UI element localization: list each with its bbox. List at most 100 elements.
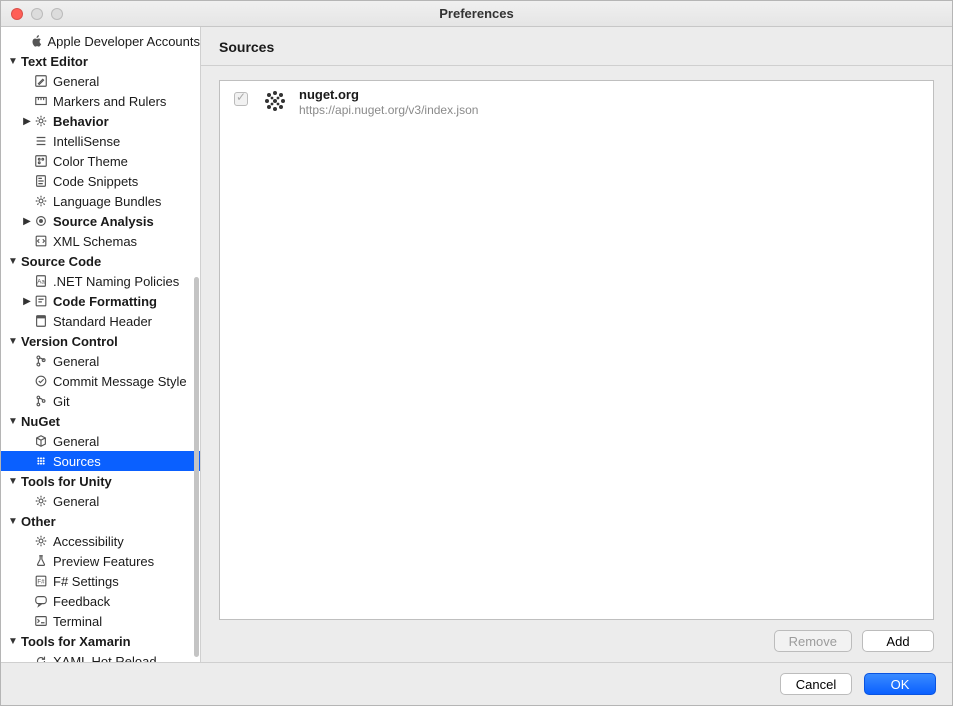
pencil-icon [33, 73, 49, 89]
sidebar-item[interactable]: Standard Header [1, 311, 200, 331]
sidebar-item[interactable]: XAML Hot Reload [1, 651, 200, 662]
disclosure-down-icon[interactable]: ▼ [7, 56, 19, 67]
target-icon [33, 213, 49, 229]
ruler-icon [33, 93, 49, 109]
source-item[interactable]: nuget.orghttps://api.nuget.org/v3/index.… [220, 81, 933, 123]
disclosure-down-icon[interactable]: ▼ [7, 256, 19, 267]
sidebar-item[interactable]: F#F# Settings [1, 571, 200, 591]
sidebar-item-label: IntelliSense [53, 134, 120, 149]
svg-text:F#: F# [37, 579, 45, 586]
source-name: nuget.org [299, 87, 478, 102]
sidebar-item[interactable]: Terminal [1, 611, 200, 631]
titlebar: Preferences [1, 1, 952, 27]
sidebar-item-label: Language Bundles [53, 194, 161, 209]
sidebar-item[interactable]: General [1, 351, 200, 371]
disclosure-down-icon[interactable]: ▼ [7, 636, 19, 647]
format-icon [33, 293, 49, 309]
sidebar-item[interactable]: Language Bundles [1, 191, 200, 211]
disclosure-right-icon[interactable]: ▶ [21, 116, 33, 127]
sidebar-item-label: Behavior [53, 114, 109, 129]
svg-text:Aa: Aa [37, 279, 45, 286]
sidebar-scroll-thumb[interactable] [194, 277, 199, 657]
sources-icon [33, 453, 49, 469]
disclosure-down-icon[interactable]: ▼ [7, 516, 19, 527]
sidebar-item-label: Text Editor [21, 54, 88, 69]
git-icon [33, 393, 49, 409]
sidebar-item-label: Sources [53, 454, 101, 469]
sidebar-item[interactable]: General [1, 71, 200, 91]
sidebar-item[interactable]: General [1, 491, 200, 511]
sidebar-item[interactable]: Commit Message Style [1, 371, 200, 391]
sources-actions: Remove Add [219, 620, 934, 652]
list-icon [33, 133, 49, 149]
sidebar-item[interactable]: ▼Other [1, 511, 200, 531]
sidebar-item-label: .NET Naming Policies [53, 274, 179, 289]
sidebar-item[interactable]: ▶ Behavior [1, 111, 200, 131]
sidebar-item[interactable]: ▼Version Control [1, 331, 200, 351]
disclosure-right-icon[interactable]: ▶ [21, 216, 33, 227]
sidebar-item[interactable]: ▼Source Code [1, 251, 200, 271]
minimize-icon [31, 8, 43, 20]
sidebar-item[interactable]: ▼Text Editor [1, 51, 200, 71]
sidebar-item-label: Commit Message Style [53, 374, 187, 389]
xml-icon [33, 233, 49, 249]
sidebar-item-label: Markers and Rulers [53, 94, 166, 109]
sidebar-item-label: Version Control [21, 334, 118, 349]
source-url: https://api.nuget.org/v3/index.json [299, 103, 478, 117]
nuget-logo-icon [261, 87, 289, 115]
sidebar-item[interactable]: ▶ Code Formatting [1, 291, 200, 311]
sidebar-item[interactable]: Markers and Rulers [1, 91, 200, 111]
sidebar-item-label: Color Theme [53, 154, 128, 169]
sidebar-item[interactable]: Sources [1, 451, 200, 471]
disclosure-down-icon[interactable]: ▼ [7, 336, 19, 347]
sidebar-item-label: Apple Developer Accounts [48, 34, 200, 49]
sidebar-item[interactable]: ▼Tools for Unity [1, 471, 200, 491]
sidebar-item[interactable]: ▶ Source Analysis [1, 211, 200, 231]
sidebar-item[interactable]: Aa .NET Naming Policies [1, 271, 200, 291]
chat-icon [33, 593, 49, 609]
sidebar-item[interactable]: General [1, 431, 200, 451]
fsharp-icon: F# [33, 573, 49, 589]
disclosure-right-icon[interactable]: ▶ [21, 296, 33, 307]
sidebar-item[interactable]: XML Schemas [1, 231, 200, 251]
sidebar-scrollbar[interactable] [194, 27, 200, 662]
sidebar-item[interactable]: IntelliSense [1, 131, 200, 151]
palette-icon [33, 153, 49, 169]
sidebar-item[interactable]: Preview Features [1, 551, 200, 571]
disclosure-down-icon[interactable]: ▼ [7, 416, 19, 427]
ok-button[interactable]: OK [864, 673, 936, 695]
sidebar-item-label: General [53, 494, 99, 509]
gear-icon [33, 193, 49, 209]
main-panel: Sources nuget.orghttps://api.nuget.org/v… [201, 27, 952, 662]
source-enabled-checkbox[interactable] [234, 92, 248, 106]
zoom-icon [51, 8, 63, 20]
sidebar-item-label: NuGet [21, 414, 60, 429]
sources-list[interactable]: nuget.orghttps://api.nuget.org/v3/index.… [219, 80, 934, 620]
sidebar-item[interactable]: Code Snippets [1, 171, 200, 191]
sidebar-item[interactable]: Apple Developer Accounts [1, 31, 200, 51]
add-button[interactable]: Add [862, 630, 934, 652]
dialog-footer: Cancel OK [1, 662, 952, 705]
sidebar-item-label: Accessibility [53, 534, 124, 549]
sidebar-item-label: Other [21, 514, 56, 529]
sidebar-item-label: Source Analysis [53, 214, 154, 229]
sidebar-item[interactable]: Color Theme [1, 151, 200, 171]
close-icon[interactable] [11, 8, 23, 20]
remove-button[interactable]: Remove [774, 630, 852, 652]
cancel-button[interactable]: Cancel [780, 673, 852, 695]
sidebar-item-label: Code Formatting [53, 294, 157, 309]
sidebar-item[interactable]: ▼NuGet [1, 411, 200, 431]
sidebar-item[interactable]: Feedback [1, 591, 200, 611]
sidebar-item[interactable]: ▼Tools for Xamarin [1, 631, 200, 651]
check-icon [33, 373, 49, 389]
preferences-sidebar[interactable]: Apple Developer Accounts▼Text EditorGene… [1, 27, 201, 662]
disclosure-down-icon[interactable]: ▼ [7, 476, 19, 487]
gear-icon [33, 533, 49, 549]
sidebar-item[interactable]: Git [1, 391, 200, 411]
header-icon [33, 313, 49, 329]
sidebar-item-label: Terminal [53, 614, 102, 629]
sidebar-item-label: General [53, 354, 99, 369]
sidebar-item[interactable]: Accessibility [1, 531, 200, 551]
sidebar-item-label: Standard Header [53, 314, 152, 329]
sidebar-item-label: General [53, 434, 99, 449]
